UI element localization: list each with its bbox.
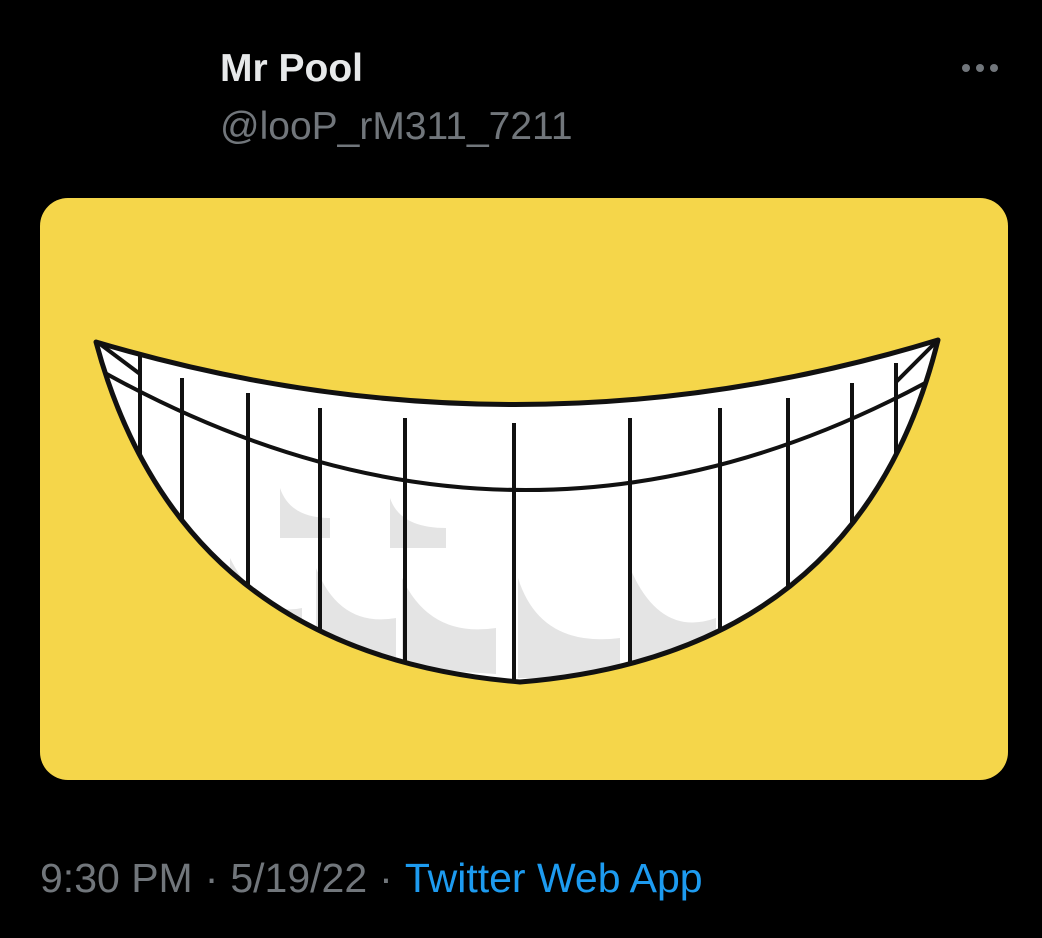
tweet-metadata: 9:30 PM · 5/19/22 · Twitter Web App [40, 852, 703, 904]
more-horizontal-icon-dot [976, 64, 984, 72]
more-options-button[interactable] [950, 50, 1010, 86]
tweet-time[interactable]: 9:30 PM [40, 855, 193, 901]
tweet: Mr Pool @looP_rM311_7211 9:30 PM · 5/19/… [0, 0, 1042, 938]
separator-dot: · [379, 855, 393, 901]
more-horizontal-icon [962, 64, 970, 72]
tweet-media-image[interactable] [40, 198, 1008, 780]
more-horizontal-icon-dot [990, 64, 998, 72]
author-display-name[interactable]: Mr Pool [220, 44, 363, 94]
tweet-source-link[interactable]: Twitter Web App [405, 855, 703, 901]
author-handle[interactable]: @looP_rM311_7211 [220, 102, 573, 152]
separator-dot: · [204, 855, 219, 901]
tweet-date[interactable]: 5/19/22 [230, 855, 367, 901]
smile-teeth-image [40, 198, 1008, 780]
